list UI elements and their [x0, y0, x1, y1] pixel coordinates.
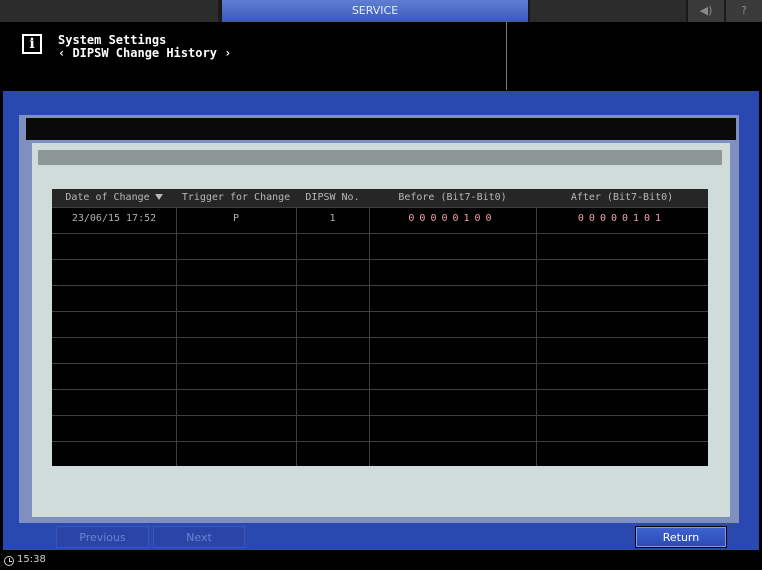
column-divider	[369, 189, 370, 466]
cell-dipsw-no: 1	[329, 213, 336, 224]
top-bar-left-segment	[0, 0, 218, 22]
help-icon[interactable]: ?	[726, 0, 762, 22]
column-header-date[interactable]: Date of Change	[52, 189, 176, 207]
column-divider	[176, 189, 177, 466]
cell-before-bits: 00000100	[408, 213, 497, 224]
table-header: Date of Change Trigger for Change DIPSW …	[52, 189, 708, 207]
column-header-before: Before (Bit7-Bit0)	[398, 192, 507, 203]
cell-trigger: P	[232, 213, 240, 224]
return-button[interactable]: Return	[635, 526, 727, 548]
row-divider	[52, 285, 708, 286]
column-header-dipsw: DIPSW No.	[305, 192, 360, 203]
sort-down-arrow-icon	[154, 194, 163, 200]
row-divider	[52, 441, 708, 442]
row-divider	[52, 259, 708, 260]
panel-header-bar	[38, 150, 722, 165]
row-divider	[52, 389, 708, 390]
row-divider	[52, 363, 708, 364]
column-divider	[536, 189, 537, 466]
cell-after-bits: 00000101	[577, 213, 667, 224]
top-bar-right-segment	[530, 0, 686, 22]
status-strip	[0, 552, 762, 570]
row-divider	[52, 415, 708, 416]
row-divider	[52, 233, 708, 234]
next-button[interactable]: Next	[153, 526, 245, 548]
row-divider	[52, 337, 708, 338]
header-divider	[506, 22, 507, 90]
clock-time: 15:38	[17, 554, 46, 565]
clock-icon	[4, 556, 14, 566]
history-table: Date of Change Trigger for Change DIPSW …	[52, 189, 708, 466]
previous-button[interactable]: Previous	[56, 526, 149, 548]
column-header-after: After (Bit7-Bit0)	[570, 192, 674, 203]
service-tab[interactable]: SERVICE	[222, 0, 528, 22]
info-icon: i	[22, 34, 42, 54]
column-divider	[296, 189, 297, 466]
content-title-band	[26, 118, 736, 140]
row-divider	[52, 311, 708, 312]
volume-icon[interactable]: ◀)	[688, 0, 724, 22]
cell-date: 23/06/15 17:52	[71, 213, 157, 224]
page-title: System Settings	[58, 33, 167, 47]
column-header-date-label: Date of Change	[65, 192, 150, 203]
breadcrumb: ‹ DIPSW Change History ›	[58, 46, 232, 60]
column-header-trigger: Trigger for Change	[181, 192, 291, 203]
